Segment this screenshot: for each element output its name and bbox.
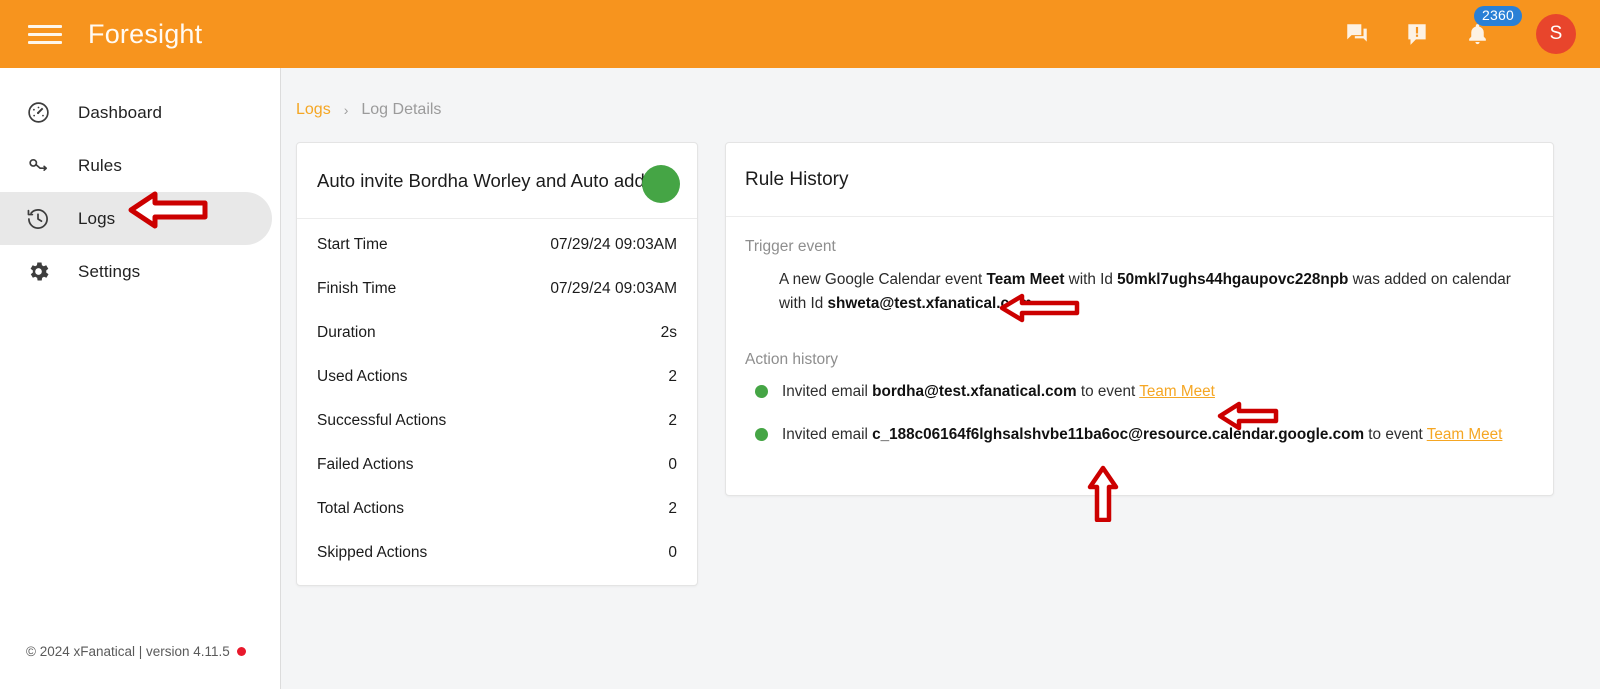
row-label: Failed Actions	[317, 456, 414, 473]
trigger-event-label: Trigger event	[745, 238, 836, 255]
app-title: Foresight	[88, 18, 203, 49]
chat-bubbles-icon[interactable]	[1340, 17, 1374, 51]
list-item: Invited email c_188c06164f6lghsalshvbe11…	[745, 424, 1534, 447]
copyright-version-text: © 2024 xFanatical | version 4.11.5	[26, 644, 230, 659]
rule-history-body: Trigger event A new Google Calendar even…	[726, 217, 1553, 495]
sidebar-nav: Dashboard Rules Logs Settings	[0, 68, 280, 644]
status-indicator-dot	[236, 647, 246, 656]
log-summary-header: Auto invite Bordha Worley and Auto add R	[297, 143, 697, 219]
notifications-button[interactable]: 2360	[1460, 6, 1522, 51]
history-clock-icon	[18, 199, 58, 239]
row-value: 0	[668, 456, 677, 473]
row-label: Skipped Actions	[317, 544, 428, 561]
row-value: 2s	[660, 324, 677, 341]
header-actions: 2360 S	[1340, 6, 1576, 54]
rule-history-title: Rule History	[745, 168, 849, 190]
row-label: Duration	[317, 324, 376, 341]
action-prefix: Invited email	[782, 426, 873, 444]
sidebar: Dashboard Rules Logs Settings © 2024 xFa…	[0, 68, 281, 689]
avatar[interactable]: S	[1536, 14, 1576, 54]
app-header: Foresight 2360 S	[0, 0, 1600, 68]
rule-history-card: Rule History Trigger event A new Google …	[725, 142, 1554, 497]
trigger-event-text: A new Google Calendar event Team Meet wi…	[745, 268, 1534, 315]
announcement-icon[interactable]	[1400, 17, 1434, 51]
notification-count-badge: 2360	[1474, 6, 1522, 27]
action-text: Invited email bordha@test.xfanatical.com…	[782, 381, 1215, 404]
table-row: Start Time 07/29/24 09:03AM	[297, 223, 697, 267]
rule-history-header: Rule History	[726, 143, 1553, 217]
main-content: Logs › Log Details Auto invite Bordha Wo…	[281, 68, 1600, 689]
table-row: Finish Time 07/29/24 09:03AM	[297, 267, 697, 311]
key-flow-icon	[18, 146, 58, 186]
success-dot-icon	[755, 385, 768, 399]
table-row: Total Actions 2	[297, 487, 697, 531]
trigger-event-name: Team Meet	[986, 271, 1065, 288]
action-mid: to event	[1076, 383, 1140, 401]
row-label: Successful Actions	[317, 412, 447, 429]
row-label: Start Time	[317, 236, 388, 253]
chevron-right-icon: ›	[343, 102, 349, 118]
table-row: Duration 2s	[297, 311, 697, 355]
sidebar-item-label: Logs	[78, 208, 116, 228]
event-link[interactable]: Team Meet	[1139, 383, 1215, 400]
row-value: 2	[668, 500, 677, 517]
row-value: 2	[668, 368, 677, 385]
trigger-prefix: A new Google Calendar event	[779, 271, 987, 288]
table-row: Skipped Actions 0	[297, 531, 697, 575]
list-item: Invited email bordha@test.xfanatical.com…	[745, 381, 1534, 404]
event-link[interactable]: Team Meet	[1427, 426, 1503, 443]
log-summary-rows: Start Time 07/29/24 09:03AM Finish Time …	[297, 219, 697, 585]
content-row: Auto invite Bordha Worley and Auto add R…	[281, 119, 1600, 586]
speedometer-icon	[18, 93, 58, 133]
page-title: Auto invite Bordha Worley and Auto add R	[317, 169, 664, 191]
action-prefix: Invited email	[782, 383, 873, 401]
breadcrumb: Logs › Log Details	[281, 68, 1600, 119]
sidebar-item-label: Settings	[78, 261, 141, 281]
row-label: Total Actions	[317, 500, 405, 517]
trigger-mid1: with Id	[1064, 271, 1118, 288]
gear-icon	[18, 252, 58, 292]
sidebar-footer: © 2024 xFanatical | version 4.11.5	[0, 644, 280, 689]
row-label: Used Actions	[317, 368, 408, 385]
table-row: Failed Actions 0	[297, 443, 697, 487]
log-summary-card: Auto invite Bordha Worley and Auto add R…	[296, 142, 698, 586]
hamburger-menu-icon[interactable]	[28, 17, 62, 51]
row-value: 07/29/24 09:03AM	[550, 280, 677, 297]
row-value: 2	[668, 412, 677, 429]
row-label: Finish Time	[317, 280, 397, 297]
sidebar-item-settings[interactable]: Settings	[0, 245, 272, 298]
action-email: c_188c06164f6lghsalshvbe11ba6oc@resource…	[872, 426, 1365, 444]
table-row: Used Actions 2	[297, 355, 697, 399]
sidebar-item-label: Dashboard	[78, 102, 163, 122]
breadcrumb-logs-link[interactable]: Logs	[296, 101, 331, 119]
action-history-group: Action history Invited email bordha@test…	[745, 351, 1534, 447]
sidebar-item-logs[interactable]: Logs	[0, 192, 272, 245]
row-value: 07/29/24 09:03AM	[550, 236, 677, 253]
trigger-suffix: .	[1031, 294, 1037, 312]
action-text: Invited email c_188c06164f6lghsalshvbe11…	[782, 424, 1502, 447]
sidebar-item-rules[interactable]: Rules	[0, 139, 272, 192]
success-dot-icon	[755, 428, 768, 442]
trigger-calendar-id: shweta@test.xfanatical.com	[827, 294, 1032, 312]
table-row: Successful Actions 2	[297, 399, 697, 443]
sidebar-item-dashboard[interactable]: Dashboard	[0, 86, 272, 139]
row-value: 0	[668, 544, 677, 561]
action-mid: to event	[1364, 426, 1427, 444]
trigger-event-id: 50mkl7ughs44hgaupovc228npb	[1117, 271, 1349, 288]
breadcrumb-current: Log Details	[361, 101, 442, 118]
action-history-label: Action history	[745, 351, 839, 369]
action-email: bordha@test.xfanatical.com	[872, 383, 1077, 401]
status-badge	[642, 165, 680, 203]
sidebar-item-label: Rules	[78, 155, 122, 175]
